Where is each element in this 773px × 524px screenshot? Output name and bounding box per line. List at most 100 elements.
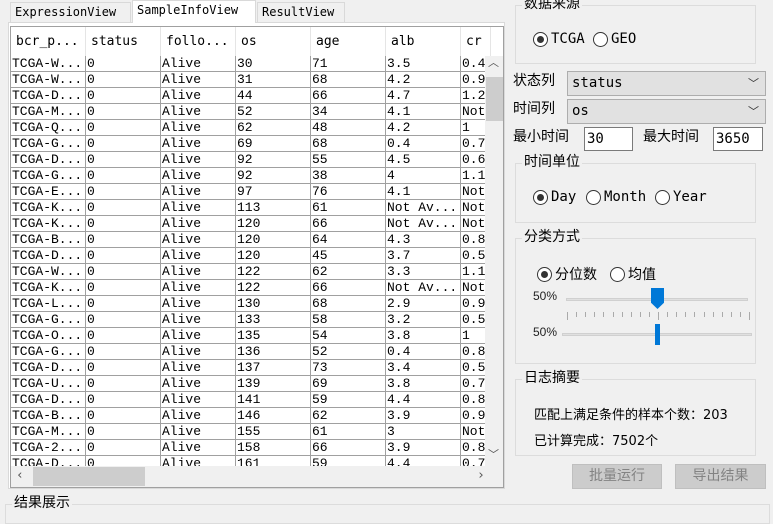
table-row[interactable]: TCGA-K... 0 Alive 120 66 Not Av... Not [11, 216, 485, 232]
table-row[interactable]: TCGA-K... 0 Alive 122 66 Not Av... Not [11, 280, 485, 296]
radio-year[interactable]: Year [655, 189, 707, 205]
table-cell: 120 [236, 216, 311, 232]
table-cell: Alive [161, 200, 236, 216]
radio-unchecked-icon [593, 31, 608, 47]
table-cell: 0 [86, 248, 161, 264]
column-header[interactable]: follo... [161, 27, 236, 57]
table-row[interactable]: TCGA-G... 0 Alive 136 52 0.4 0.8 [11, 344, 485, 360]
table-row[interactable]: TCGA-D... 0 Alive 44 66 4.7 1.2 [11, 88, 485, 104]
table-cell: TCGA-B... [11, 232, 86, 248]
log-computed-count: 已计算完成：7502个 [534, 434, 659, 449]
table-cell: 0.4 [386, 136, 461, 152]
time-col-label: 时间列 [513, 101, 555, 117]
table-row[interactable]: TCGA-E... 0 Alive 97 76 4.1 Not [11, 184, 485, 200]
table-cell: TCGA-L... [11, 296, 86, 312]
table-row[interactable]: TCGA-D... 0 Alive 120 45 3.7 0.5 [11, 248, 485, 264]
scroll-down-icon[interactable]: ﹀ [488, 446, 499, 462]
table-cell: Alive [161, 376, 236, 392]
table-cell: 4.5 [386, 152, 461, 168]
scroll-up-icon[interactable]: ︿ [488, 54, 499, 70]
table-cell: 92 [236, 168, 311, 184]
table-cell: 0.7 [461, 136, 485, 152]
scroll-thumb[interactable] [486, 77, 503, 121]
sample-info-table[interactable]: bcr_p... status follo... os age alb cr TCGA-W.… [10, 26, 504, 488]
column-header[interactable]: os [236, 27, 311, 57]
radio-mean[interactable]: 均值 [610, 264, 656, 284]
radio-label: TCGA [551, 31, 585, 47]
max-time-input[interactable]: 3650 [713, 127, 763, 151]
slider-tick [612, 312, 614, 317]
table-row[interactable]: TCGA-D... 0 Alive 141 59 4.4 0.8 [11, 392, 485, 408]
radio-day[interactable]: Day [533, 189, 576, 205]
table-cell: TCGA-U... [11, 376, 86, 392]
radio-quantile[interactable]: 分位数 [537, 264, 597, 284]
table-row[interactable]: TCGA-G... 0 Alive 92 38 4 1.1 [11, 168, 485, 184]
column-header[interactable]: status [86, 27, 161, 57]
slider1-thumb[interactable] [651, 288, 664, 309]
column-header[interactable]: bcr_p... [11, 27, 86, 57]
scroll-right-icon[interactable]: › [477, 468, 485, 483]
column-header[interactable]: age [311, 27, 386, 57]
result-group: 结果展示 [5, 495, 770, 524]
table-cell: 71 [311, 56, 386, 72]
table-row[interactable]: TCGA-B... 0 Alive 120 64 4.3 0.8 [11, 232, 485, 248]
scroll-left-icon[interactable]: ‹ [16, 468, 24, 483]
tab-resultview[interactable]: ResultView [257, 2, 345, 22]
table-row[interactable]: TCGA-K... 0 Alive 113 61 Not Av... Not [11, 200, 485, 216]
slider2-thumb[interactable] [655, 324, 660, 345]
table-row[interactable]: TCGA-L... 0 Alive 130 68 2.9 0.9 [11, 296, 485, 312]
table-row[interactable]: TCGA-M... 0 Alive 155 61 3 Not [11, 424, 485, 440]
table-row[interactable]: TCGA-O... 0 Alive 135 54 3.8 1 [11, 328, 485, 344]
table-cell: Alive [161, 296, 236, 312]
table-cell: 30 [236, 56, 311, 72]
table-cell: Alive [161, 424, 236, 440]
table-cell: 0 [86, 392, 161, 408]
hscroll-thumb[interactable] [33, 467, 145, 486]
table-row[interactable]: TCGA-2... 0 Alive 158 66 3.9 0.8 [11, 440, 485, 456]
table-row[interactable]: TCGA-G... 0 Alive 69 68 0.4 0.7 [11, 136, 485, 152]
table-row[interactable]: TCGA-W... 0 Alive 122 62 3.3 1.1 [11, 264, 485, 280]
table-row[interactable]: TCGA-Q... 0 Alive 62 48 4.2 1 [11, 120, 485, 136]
table-cell: 122 [236, 280, 311, 296]
batch-run-button[interactable]: 批量运行 [572, 464, 662, 489]
table-cell: 97 [236, 184, 311, 200]
table-row[interactable]: TCGA-M... 0 Alive 52 34 4.1 Not [11, 104, 485, 120]
table-row[interactable]: TCGA-B... 0 Alive 146 62 3.9 0.9 [11, 408, 485, 424]
table-cell: Not Av... [386, 200, 461, 216]
radio-month[interactable]: Month [586, 189, 646, 205]
radio-label: Month [604, 189, 647, 205]
vertical-scrollbar[interactable]: ︿ ﹀ [485, 54, 503, 466]
table-cell: 130 [236, 296, 311, 312]
status-col-select[interactable]: status ﹀ [567, 71, 766, 96]
radio-checked-icon [537, 266, 552, 282]
table-row[interactable]: TCGA-D... 0 Alive 92 55 4.5 0.6 [11, 152, 485, 168]
slider-tick [658, 312, 659, 320]
min-time-input[interactable]: 30 [584, 127, 633, 151]
tab-sampleinfoview[interactable]: SampleInfoView [132, 0, 256, 23]
table-row[interactable]: TCGA-D... 0 Alive 137 73 3.4 0.5 [11, 360, 485, 376]
table-row[interactable]: TCGA-W... 0 Alive 31 68 4.2 0.9 [11, 72, 485, 88]
table-cell: TCGA-G... [11, 168, 86, 184]
table-row[interactable]: TCGA-U... 0 Alive 139 69 3.8 0.7 [11, 376, 485, 392]
table-cell: TCGA-G... [11, 312, 86, 328]
radio-tcga[interactable]: TCGA [533, 31, 585, 47]
table-cell: 1.2 [461, 88, 485, 104]
table-cell: 0.4 [461, 56, 485, 72]
table-cell: 4.1 [386, 104, 461, 120]
table-row[interactable]: TCGA-G... 0 Alive 133 58 3.2 0.5 [11, 312, 485, 328]
column-header[interactable]: alb [386, 27, 461, 57]
radio-unchecked-icon [610, 266, 625, 282]
table-row[interactable]: TCGA-W... 0 Alive 30 71 3.5 0.4 [11, 56, 485, 72]
radio-geo[interactable]: GEO [593, 31, 636, 47]
slider2-label: 50% [533, 325, 558, 339]
column-header[interactable]: cr [461, 27, 491, 57]
slider-tick [648, 312, 650, 317]
tab-expressionview[interactable]: ExpressionView [10, 2, 131, 22]
table-cell: TCGA-D... [11, 88, 86, 104]
table-cell: 68 [311, 136, 386, 152]
export-results-button[interactable]: 导出结果 [675, 464, 766, 489]
table-cell: 1 [461, 328, 485, 344]
horizontal-scrollbar[interactable]: ‹ › [11, 466, 503, 487]
time-col-select[interactable]: os ﹀ [567, 99, 766, 124]
table-cell: 4.7 [386, 88, 461, 104]
